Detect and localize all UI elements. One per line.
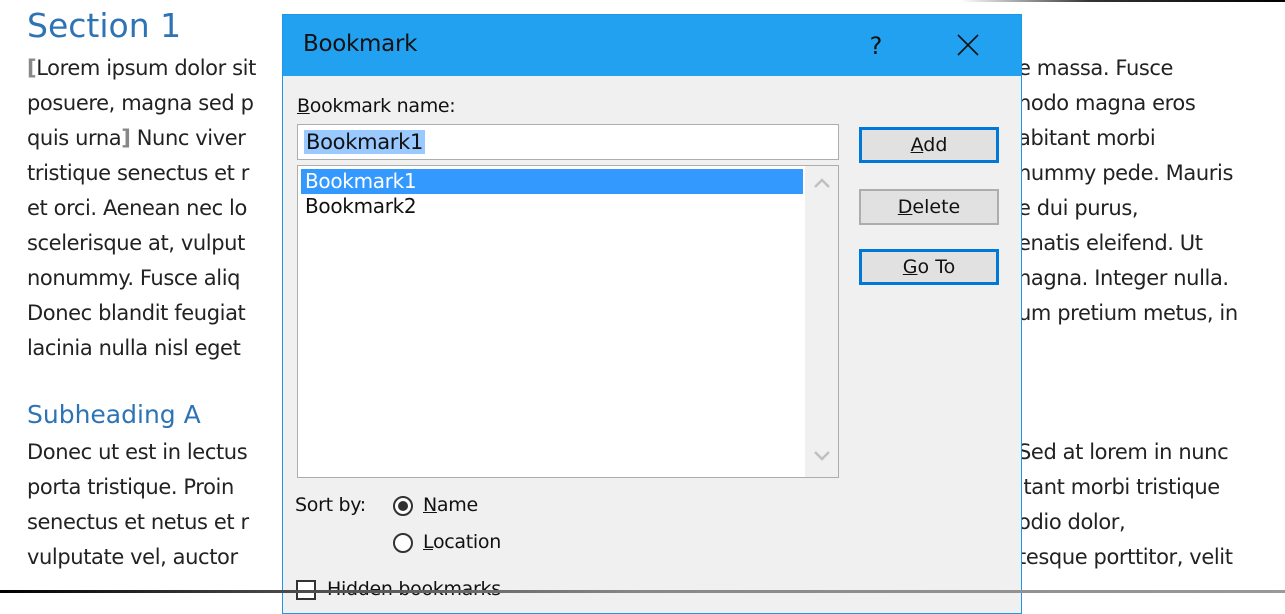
doc-line: lacinia nulla nisl eget [27,336,241,360]
dialog-titlebar[interactable]: Bookmark ? [283,15,1021,76]
doc-line: quis urna] Nunc viver [27,126,246,150]
delete-button[interactable]: Delete [859,189,999,225]
doc-line: itant morbi tristique [1018,475,1220,499]
section-heading: Section 1 [27,6,182,45]
doc-line: Donec ut est in lectus [27,440,248,464]
chevron-down-icon [813,451,830,461]
window-top-edge [960,0,1285,2]
bookmark-list[interactable]: Bookmark1 Bookmark2 [297,165,839,478]
doc-line: [Lorem ipsum dolor sit [27,56,256,80]
doc-line: e massa. Fusce [1018,56,1174,80]
bookmark-name-input[interactable]: Bookmark1 [297,124,839,160]
list-item[interactable]: Bookmark1 [301,169,803,194]
close-icon [957,34,979,56]
doc-line: Sed at lorem in nunc [1018,440,1229,464]
doc-line: porta tristique. Proin [27,475,234,499]
sort-location-label[interactable]: Location [423,531,501,553]
bookmark-dialog: Bookmark ? Bookmark name: Bookmark1 Book… [282,14,1022,614]
close-button[interactable] [943,25,993,67]
sort-name-radio[interactable] [393,496,413,516]
doc-line: nummy pede. Mauris [1018,161,1233,185]
scroll-down-button[interactable] [805,443,838,473]
doc-line: enatis eleifend. Ut [1018,231,1203,255]
doc-line: odio dolor, [1018,510,1126,534]
doc-line: abitant morbi [1018,126,1156,150]
doc-line: senectus et netus et r [27,510,249,534]
hidden-bookmarks-label[interactable]: Hidden bookmarks [327,578,501,600]
doc-line: e dui purus, [1018,196,1139,220]
doc-line: nagna. Integer nulla. [1018,266,1229,290]
help-icon: ? [869,32,883,60]
doc-line: scelerisque at, vulput [27,231,245,255]
sort-location-radio[interactable] [393,533,413,553]
go-to-button[interactable]: Go To [859,249,999,285]
doc-line: et orci. Aenean nec lo [27,196,247,220]
add-button[interactable]: Add [859,127,999,163]
doc-line: um pretium metus, in [1018,301,1238,325]
doc-line: nonummy. Fusce aliq [27,266,241,290]
doc-line: tesque porttitor, velit [1018,545,1233,569]
sort-name-label[interactable]: Name [423,494,478,516]
subheading: Subheading A [27,400,201,429]
bookmark-start-marker: [ [27,56,37,80]
doc-line: posuere, magna sed p [27,91,254,115]
sort-by-label: Sort by: [295,494,366,516]
bookmark-name-value: Bookmark1 [304,130,426,154]
doc-line: vulputate vel, auctor [27,545,238,569]
help-button[interactable]: ? [856,27,896,65]
doc-line: nodo magna eros [1018,91,1196,115]
dialog-title: Bookmark [303,31,418,57]
list-scrollbar[interactable] [805,166,838,477]
list-item[interactable]: Bookmark2 [301,194,803,219]
bookmark-name-label: Bookmark name: [297,95,456,117]
scroll-up-button[interactable] [805,170,838,200]
doc-line: tristique senectus et r [27,161,250,185]
doc-line: Donec blandit feugiat [27,301,246,325]
chevron-up-icon [813,178,830,188]
